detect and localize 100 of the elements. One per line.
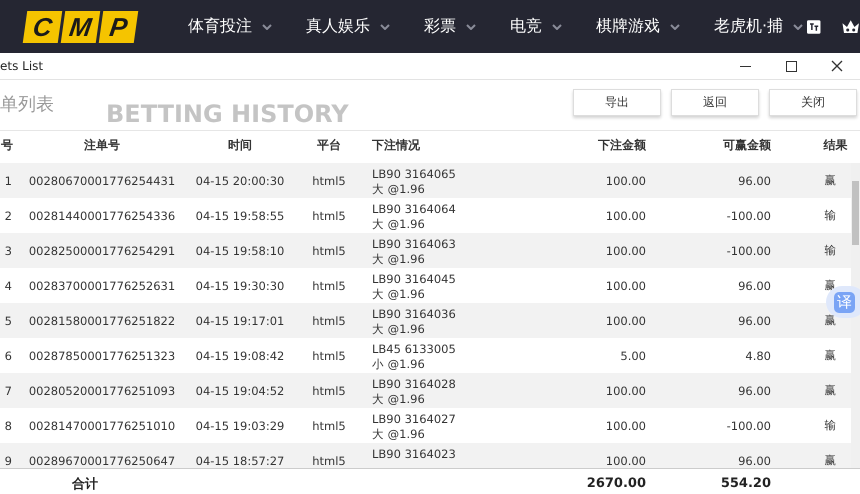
- table-cell-text: 00282500001776254291: [28, 244, 176, 258]
- chevron-down-icon: [670, 24, 680, 30]
- window-title: ets List: [0, 59, 44, 73]
- table-cell-text: html5: [311, 454, 347, 468]
- table-cell-text: html5: [311, 278, 347, 292]
- table-cell-text: -100.00: [726, 244, 772, 258]
- table-cell-text: 00281440001776254336: [28, 208, 176, 222]
- maximize-icon[interactable]: [786, 60, 796, 72]
- table-cell-text: 4: [4, 278, 13, 292]
- table-cell-text: 04-15 19:58:10: [194, 244, 286, 258]
- table-cell-text: 100.00: [604, 314, 647, 328]
- table-cell-text: 3: [4, 244, 13, 258]
- logo[interactable]: C M P: [25, 10, 136, 42]
- total-stake: 2670.00: [586, 476, 646, 491]
- nav-item[interactable]: 电竞: [510, 16, 542, 37]
- table-cell-text: 00281470001776251010: [28, 418, 176, 432]
- table-cell-text: 96.00: [737, 174, 772, 188]
- table-cell-text: 输: [824, 208, 838, 223]
- table-cell-text: html5: [311, 314, 347, 328]
- table-cell-text: 96.00: [737, 454, 772, 468]
- column-header: 号: [1, 138, 13, 152]
- chevron-down-icon: [466, 24, 476, 30]
- table-cell-text: 1: [4, 174, 13, 188]
- column-header: 下注金额: [598, 138, 646, 152]
- table-cell-text: 赢: [824, 453, 838, 468]
- table-cell-text: 2: [4, 208, 13, 222]
- table-cell-text: 04-15 19:30:30: [194, 278, 286, 292]
- table-cell-text: 赢: [824, 173, 838, 188]
- chevron-down-icon: [262, 24, 272, 30]
- nav-item[interactable]: 棋牌游戏: [596, 16, 660, 37]
- table-cell-text: 96.00: [737, 278, 772, 292]
- table-cell-text: 赢: [824, 348, 838, 363]
- column-header: 注单号: [84, 138, 120, 152]
- table-cell-text: html5: [311, 208, 347, 222]
- table-cell-text: 96.00: [737, 384, 772, 398]
- table-cell-text: LB45 6133005 小 @1.96: [371, 341, 457, 372]
- table-cell-text: 00283700001776252631: [28, 278, 176, 292]
- toolbar-button[interactable]: 关闭: [769, 89, 857, 116]
- table-cell-text: 100.00: [604, 278, 647, 292]
- table-cell-text: 00287850001776251323: [28, 348, 176, 362]
- table-cell-text: -100.00: [726, 208, 772, 222]
- table-cell-text: LB90 3164063 大 @1.96: [371, 236, 457, 267]
- nav-item[interactable]: 老虎机·捕: [714, 16, 784, 37]
- table-cell-text: LB90 3164023: [371, 446, 457, 462]
- table-cell-text: LB90 3164036 大 @1.96: [371, 306, 457, 337]
- table-cell-text: 赢: [824, 383, 838, 398]
- table-cell-text: 00280670001776254431: [28, 174, 176, 188]
- table-cell-text: 00280520001776251093: [28, 384, 176, 398]
- column-header: 结果: [824, 138, 848, 152]
- toolbar-button[interactable]: 返回: [671, 89, 759, 116]
- toolbar-button[interactable]: 导出: [573, 89, 661, 116]
- total-win: 554.20: [720, 476, 771, 491]
- table-cell-text: 100.00: [604, 454, 647, 468]
- table-cell-text: html5: [311, 244, 347, 258]
- table-cell-text: 7: [4, 384, 13, 398]
- table-cell-text: 04-15 19:04:52: [194, 384, 286, 398]
- column-header: 时间: [228, 138, 252, 152]
- table-cell-text: 5: [4, 314, 13, 328]
- table-cell-text: LB90 3164065 大 @1.96: [371, 166, 457, 197]
- total-label: 合计: [72, 476, 98, 492]
- table-cell-text: 9: [4, 454, 13, 468]
- table-cell-text: 00281580001776251822: [28, 314, 176, 328]
- nav-item[interactable]: 体育投注: [188, 16, 252, 37]
- column-header: 可赢金额: [723, 138, 771, 152]
- column-header: 下注情况: [372, 138, 420, 152]
- table-cell-text: 100.00: [604, 174, 647, 188]
- table-cell-text: 04-15 19:17:01: [194, 314, 286, 328]
- table-cell-text: 输: [824, 418, 838, 433]
- table-cell-text: LB90 3164045 大 @1.96: [371, 271, 457, 302]
- table-cell-text: 输: [824, 243, 838, 258]
- table-cell-text: 04-15 18:57:27: [194, 454, 286, 468]
- close-icon[interactable]: [831, 60, 843, 72]
- table-cell-text: 100.00: [604, 418, 647, 432]
- chevron-down-icon: [793, 24, 804, 30]
- table-cell-text: 04-15 19:08:42: [194, 348, 286, 362]
- table-cell-text: 4.80: [744, 348, 772, 362]
- table-cell-text: html5: [311, 384, 347, 398]
- table-cell-text: 04-15 19:03:29: [194, 418, 286, 432]
- table-cell-text: LB90 3164027 大 @1.96: [371, 411, 457, 442]
- table-cell-text: html5: [311, 174, 347, 188]
- table-cell-text: 6: [4, 348, 13, 362]
- nav-item[interactable]: 真人娱乐: [306, 16, 370, 37]
- table-cell-text: 100.00: [604, 244, 647, 258]
- table-cell-text: -100.00: [726, 418, 772, 432]
- table-cell-text: 96.00: [737, 314, 772, 328]
- table-cell-text: html5: [311, 418, 347, 432]
- chevron-down-icon: [380, 24, 390, 30]
- table-cell-text: 00289670001776250647: [28, 454, 176, 468]
- table-cell-text: 5.00: [619, 348, 647, 362]
- table-cell-text: 04-15 20:00:30: [194, 174, 286, 188]
- translate-icon[interactable]: [807, 18, 821, 36]
- table-cell-text: LB90 3164064 大 @1.96: [371, 201, 457, 232]
- table-cell-text: 8: [4, 418, 13, 432]
- nav-item[interactable]: 彩票: [424, 16, 456, 37]
- table-cell-text: html5: [311, 348, 347, 362]
- page-title: 单列表: [0, 93, 54, 116]
- column-header: 平台: [317, 138, 341, 152]
- table-cell-text: LB90 3164028 大 @1.96: [371, 376, 457, 407]
- page-subtitle: BETTING HISTORY: [106, 100, 349, 128]
- chevron-down-icon: [552, 24, 562, 30]
